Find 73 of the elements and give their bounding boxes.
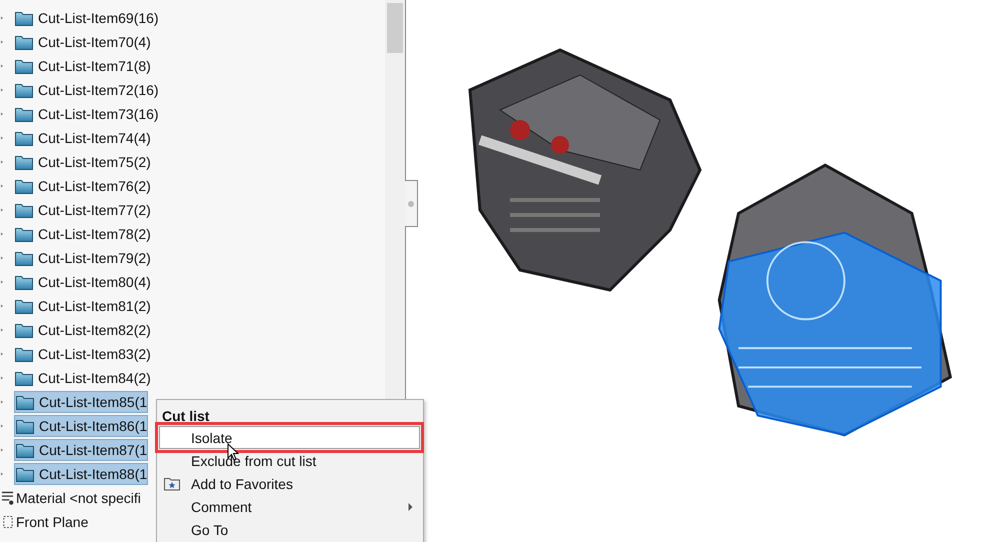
- expand-arrow-icon[interactable]: [0, 16, 4, 20]
- menu-item[interactable]: Comment: [157, 495, 423, 518]
- tree-item[interactable]: Cut-List-Item77(2): [14, 199, 153, 221]
- tree-item[interactable]: Cut-List-Item75(2): [14, 151, 153, 173]
- folder-icon: [16, 466, 34, 482]
- expand-arrow-icon[interactable]: [0, 400, 4, 404]
- folder-icon: [15, 34, 33, 50]
- expand-arrow-icon[interactable]: [0, 328, 4, 332]
- tree-item[interactable]: Cut-List-Item82(2): [14, 319, 153, 341]
- folder-icon: [15, 322, 33, 338]
- tree-item[interactable]: Cut-List-Item79(2): [14, 247, 153, 269]
- plane-icon: [1, 514, 14, 530]
- tree-item[interactable]: Cut-List-Item78(2): [14, 223, 153, 245]
- expand-arrow-icon[interactable]: [0, 136, 4, 140]
- expand-arrow-icon[interactable]: [0, 184, 4, 188]
- expand-arrow-icon[interactable]: [0, 232, 4, 236]
- folder-icon: [15, 202, 33, 218]
- folder-icon: [15, 82, 33, 98]
- expand-arrow-icon[interactable]: [0, 424, 4, 428]
- folder-icon: [15, 10, 33, 26]
- folder-icon: [16, 418, 34, 434]
- folder-icon: [15, 298, 33, 314]
- tree-item[interactable]: Cut-List-Item87(1: [14, 439, 148, 461]
- menu-item[interactable]: Add to Favorites: [157, 472, 423, 495]
- tree-item[interactable]: Cut-List-Item71(8): [14, 55, 153, 77]
- expand-arrow-icon[interactable]: [0, 40, 4, 44]
- menu-item[interactable]: Go To: [157, 518, 423, 541]
- menu-item[interactable]: Exclude from cut list: [157, 449, 423, 472]
- folder-star-icon: [164, 476, 180, 490]
- folder-icon: [15, 154, 33, 170]
- folder-icon: [15, 106, 33, 122]
- expand-arrow-icon[interactable]: [0, 280, 4, 284]
- submenu-arrow-icon: [408, 502, 413, 510]
- folder-icon: [15, 178, 33, 194]
- tree-item[interactable]: Cut-List-Item69(16): [14, 7, 161, 29]
- feature-label[interactable]: Material <not specifi: [16, 490, 141, 506]
- expand-arrow-icon[interactable]: [0, 208, 4, 212]
- expand-arrow-icon[interactable]: [0, 112, 4, 116]
- folder-icon: [15, 226, 33, 242]
- folder-icon: [15, 346, 33, 362]
- expand-arrow-icon[interactable]: [0, 88, 4, 92]
- expand-arrow-icon[interactable]: [0, 256, 4, 260]
- tree-item[interactable]: Cut-List-Item74(4): [14, 127, 153, 149]
- expand-arrow-icon[interactable]: [0, 376, 4, 380]
- tree-item[interactable]: Cut-List-Item85(1: [14, 391, 148, 413]
- folder-icon: [16, 394, 34, 410]
- folder-icon: [15, 130, 33, 146]
- material-icon: [1, 490, 14, 506]
- tree-item[interactable]: Cut-List-Item81(2): [14, 295, 153, 317]
- feature-label[interactable]: Front Plane: [16, 514, 88, 530]
- tree-item[interactable]: Cut-List-Item72(16): [14, 79, 161, 101]
- tree-item[interactable]: Cut-List-Item83(2): [14, 343, 153, 365]
- menu-title: Cut list: [161, 407, 210, 426]
- folder-icon: [15, 370, 33, 386]
- expand-arrow-icon[interactable]: [0, 160, 4, 164]
- tree-item[interactable]: Cut-List-Item70(4): [14, 31, 153, 53]
- tree-item[interactable]: Cut-List-Item84(2): [14, 367, 153, 389]
- folder-icon: [15, 274, 33, 290]
- expand-arrow-icon[interactable]: [0, 64, 4, 68]
- expand-arrow-icon[interactable]: [0, 448, 4, 452]
- tree-item[interactable]: Cut-List-Item88(1: [14, 463, 148, 485]
- scrollbar-thumb[interactable]: [387, 3, 403, 53]
- expand-arrow-icon[interactable]: [0, 304, 4, 308]
- folder-icon: [16, 442, 34, 458]
- tree-item[interactable]: Cut-List-Item80(4): [14, 271, 153, 293]
- expand-arrow-icon[interactable]: [0, 472, 4, 476]
- tree-item[interactable]: Cut-List-Item76(2): [14, 175, 153, 197]
- tree-item[interactable]: Cut-List-Item86(1: [14, 415, 148, 437]
- splitter-handle[interactable]: [405, 180, 418, 227]
- tree-item[interactable]: Cut-List-Item73(16): [14, 103, 161, 125]
- expand-arrow-icon[interactable]: [0, 352, 4, 356]
- folder-icon: [15, 58, 33, 74]
- folder-icon: [15, 250, 33, 266]
